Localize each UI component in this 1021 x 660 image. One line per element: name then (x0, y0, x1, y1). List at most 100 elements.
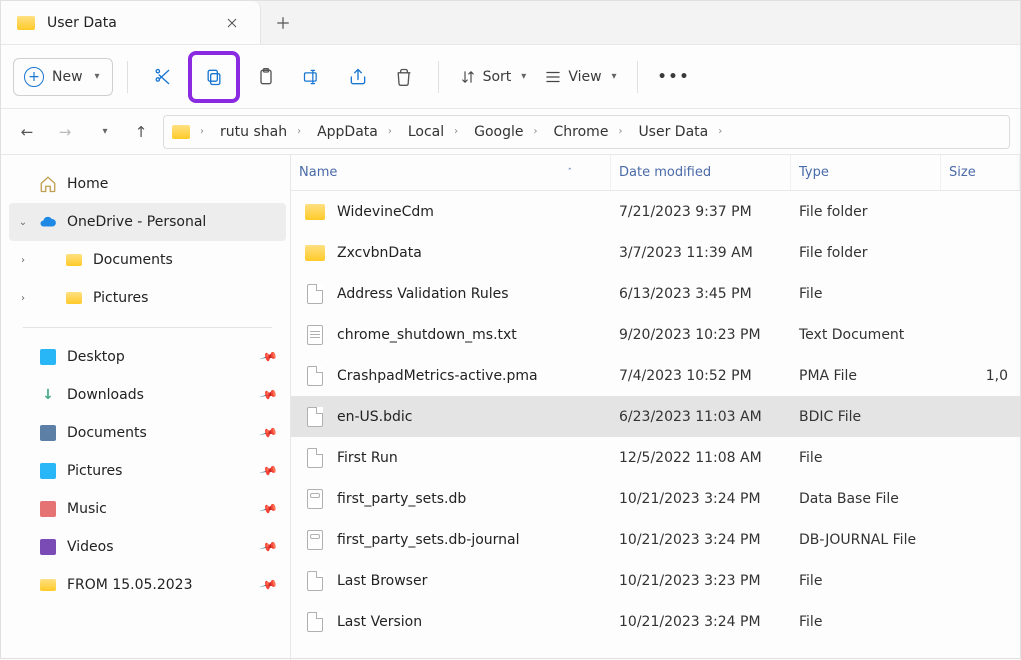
file-row[interactable]: First Run 12/5/2022 11:08 AM File (291, 437, 1020, 478)
tab-close-button[interactable] (220, 11, 244, 35)
column-size-label: Size (949, 165, 976, 180)
file-row[interactable]: en-US.bdic 6/23/2023 11:03 AM BDIC File (291, 396, 1020, 437)
file-type-icon (305, 530, 325, 550)
separator (637, 61, 638, 93)
file-row[interactable]: Address Validation Rules 6/13/2023 3:45 … (291, 273, 1020, 314)
file-size: 1,0 (941, 368, 1020, 384)
column-type[interactable]: Type (791, 155, 941, 190)
paste-button[interactable] (246, 57, 286, 97)
sidebar-quick-item[interactable]: ↓ Downloads 📌 (9, 376, 286, 414)
file-type: Text Document (791, 327, 941, 343)
breadcrumb-label: Local (408, 124, 444, 140)
delete-button[interactable] (384, 57, 424, 97)
breadcrumb-segment[interactable]: rutu shah› (212, 124, 305, 140)
recent-locations-button[interactable]: ▾ (87, 116, 119, 148)
breadcrumb-label: Google (474, 124, 523, 140)
file-type: BDIC File (791, 409, 941, 425)
sidebar-home-label: Home (67, 176, 108, 192)
file-row[interactable]: first_party_sets.db 10/21/2023 3:24 PM D… (291, 478, 1020, 519)
list-icon (544, 68, 562, 86)
file-row[interactable]: ZxcvbnData 3/7/2023 11:39 AM File folder (291, 232, 1020, 273)
window-tab[interactable]: User Data (1, 1, 261, 44)
file-date: 10/21/2023 3:23 PM (611, 573, 791, 589)
new-tab-button[interactable] (261, 1, 305, 44)
chevron-down-icon: ▾ (612, 71, 617, 82)
breadcrumb-segment[interactable]: AppData› (309, 124, 396, 140)
new-button[interactable]: + New ▾ (13, 58, 113, 96)
file-name: CrashpadMetrics-active.pma (337, 368, 538, 384)
sidebar-home[interactable]: Home (9, 165, 286, 203)
back-button[interactable]: ← (11, 116, 43, 148)
chevron-right-icon[interactable]: › (15, 293, 31, 304)
clipboard-icon (256, 67, 276, 87)
folder-icon (65, 289, 83, 307)
file-type-icon (305, 284, 325, 304)
item-icon (39, 500, 57, 518)
item-icon (39, 424, 57, 442)
column-date-label: Date modified (619, 165, 711, 180)
view-label: View (568, 69, 601, 85)
column-name[interactable]: Name ˆ (291, 155, 611, 190)
file-row[interactable]: first_party_sets.db-journal 10/21/2023 3… (291, 519, 1020, 560)
copy-button[interactable] (194, 57, 234, 97)
sidebar-quick-item[interactable]: Music 📌 (9, 490, 286, 528)
file-type: File (791, 573, 941, 589)
breadcrumb-segment[interactable]: Chrome› (546, 124, 627, 140)
share-button[interactable] (338, 57, 378, 97)
sort-icon (459, 68, 477, 86)
file-row[interactable]: WidevineCdm 7/21/2023 9:37 PM File folde… (291, 191, 1020, 232)
file-date: 7/4/2023 10:52 PM (611, 368, 791, 384)
file-type: File folder (791, 204, 941, 220)
column-date[interactable]: Date modified (611, 155, 791, 190)
view-button[interactable]: View ▾ (538, 57, 622, 97)
file-date: 6/23/2023 11:03 AM (611, 409, 791, 425)
sidebar-quick-item[interactable]: Desktop 📌 (9, 338, 286, 376)
file-type-icon (305, 243, 325, 263)
item-icon (39, 462, 57, 480)
sidebar-item-label: Downloads (67, 387, 144, 403)
sidebar-item[interactable]: › Documents (9, 241, 286, 279)
breadcrumb-segment[interactable]: Google› (466, 124, 541, 140)
sidebar-onedrive-label: OneDrive - Personal (67, 214, 206, 230)
sidebar-quick-item[interactable]: Videos 📌 (9, 528, 286, 566)
chevron-down-icon: ▾ (521, 71, 526, 82)
file-name: first_party_sets.db (337, 491, 466, 507)
rename-button[interactable] (292, 57, 332, 97)
file-type-icon (305, 448, 325, 468)
breadcrumb[interactable]: › rutu shah›AppData›Local›Google›Chrome›… (163, 115, 1010, 149)
sidebar-quick-item[interactable]: FROM 15.05.2023 📌 (9, 566, 286, 604)
chevron-right-icon: › (297, 126, 301, 137)
sidebar-onedrive[interactable]: ⌄ OneDrive - Personal (9, 203, 286, 241)
file-date: 7/21/2023 9:37 PM (611, 204, 791, 220)
breadcrumb-segment[interactable]: User Data› (630, 124, 726, 140)
file-row[interactable]: CrashpadMetrics-active.pma 7/4/2023 10:5… (291, 355, 1020, 396)
cut-button[interactable] (142, 57, 182, 97)
column-headers: Name ˆ Date modified Type Size (291, 155, 1020, 191)
chevron-right-icon: › (388, 126, 392, 137)
file-type-icon (305, 202, 325, 222)
file-type-icon (305, 325, 325, 345)
up-button[interactable]: ↑ (125, 116, 157, 148)
title-bar: User Data (1, 1, 1020, 45)
file-name: en-US.bdic (337, 409, 412, 425)
more-button[interactable]: ••• (652, 57, 697, 97)
chevron-down-icon: ▾ (95, 71, 100, 82)
pin-icon: 📌 (259, 347, 279, 367)
sort-button[interactable]: Sort ▾ (453, 57, 533, 97)
column-size[interactable]: Size (941, 155, 1020, 190)
close-icon (226, 17, 238, 29)
breadcrumb-segment[interactable]: Local › (400, 124, 462, 140)
sidebar-item[interactable]: › Pictures (9, 279, 286, 317)
chevron-right-icon: › (454, 126, 458, 137)
sidebar-quick-item[interactable]: Pictures 📌 (9, 452, 286, 490)
file-row[interactable]: chrome_shutdown_ms.txt 9/20/2023 10:23 P… (291, 314, 1020, 355)
rename-icon (302, 67, 322, 87)
file-row[interactable]: Last Browser 10/21/2023 3:23 PM File (291, 560, 1020, 601)
file-type-icon (305, 571, 325, 591)
chevron-down-icon[interactable]: ⌄ (15, 217, 31, 228)
file-row[interactable]: Last Version 10/21/2023 3:24 PM File (291, 601, 1020, 642)
chevron-right-icon[interactable]: › (15, 255, 31, 266)
forward-button[interactable]: → (49, 116, 81, 148)
sidebar-quick-item[interactable]: Documents 📌 (9, 414, 286, 452)
pin-icon: 📌 (259, 575, 279, 595)
